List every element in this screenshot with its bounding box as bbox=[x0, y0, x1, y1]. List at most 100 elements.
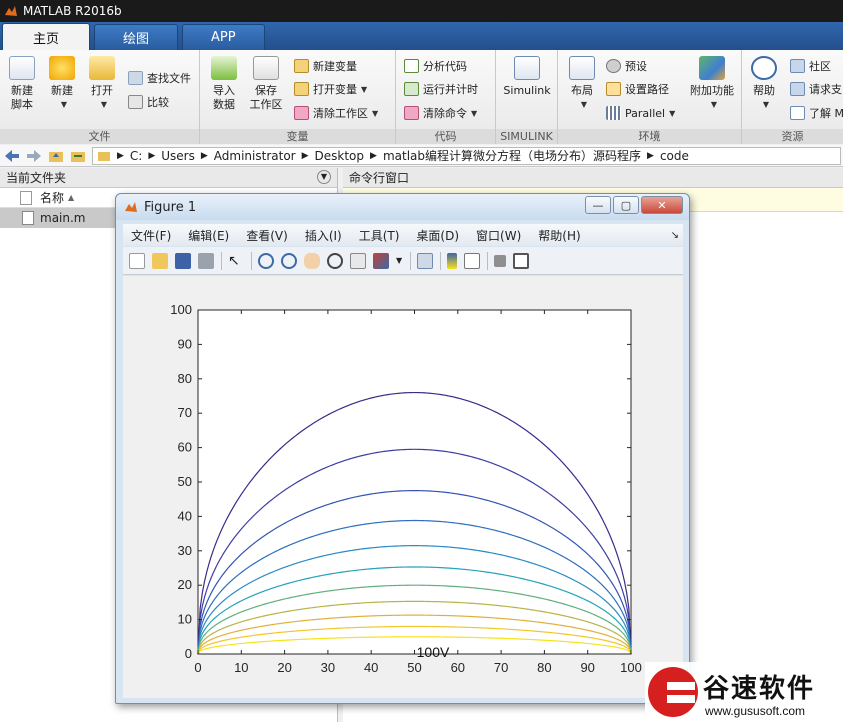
watermark-brand: 谷速软件 bbox=[703, 674, 816, 704]
path-segment[interactable]: matlab编程计算微分方程（电场分布）源码程序 bbox=[383, 147, 641, 164]
compare-button[interactable]: 比较 bbox=[128, 92, 169, 112]
learn-matlab-button[interactable]: 了解 M bbox=[790, 103, 843, 123]
simulink-group: Simulink SIMULINK bbox=[496, 50, 558, 144]
link-plot-icon[interactable] bbox=[417, 252, 434, 269]
x-tick-label: 30 bbox=[321, 660, 335, 675]
file-group: 新建 脚本 新建 ▼ 打开 ▼ 查找文件 比较 文件 bbox=[0, 50, 200, 144]
close-button[interactable]: ✕ bbox=[641, 196, 683, 214]
legend-icon[interactable] bbox=[464, 252, 481, 269]
x-tick-label: 70 bbox=[494, 660, 508, 675]
request-support-button[interactable]: 请求支 bbox=[790, 79, 842, 99]
matlab-file-icon bbox=[22, 211, 34, 225]
line-plot[interactable]: 0 10 20 30 40 50 60 70 80 90 100 0 10 20 30 40 50 60 70 80 9… bbox=[123, 276, 683, 698]
figure-title-bar: Figure 1 — ▢ ✕ bbox=[116, 194, 689, 220]
parallel-button[interactable]: Parallel ▼ bbox=[606, 103, 675, 123]
preferences-button[interactable]: 预设 bbox=[606, 56, 647, 76]
file-icon bbox=[20, 190, 32, 205]
path-segment[interactable]: Administrator bbox=[214, 149, 296, 163]
browse-folder-icon[interactable] bbox=[70, 149, 86, 163]
minimize-button[interactable]: — bbox=[585, 196, 611, 214]
menu-item-window[interactable]: 窗口(W) bbox=[476, 227, 521, 244]
path-segment[interactable]: Users bbox=[161, 149, 195, 163]
run-and-time-button[interactable]: 运行并计时 bbox=[404, 79, 478, 99]
data-cursor-icon[interactable] bbox=[350, 252, 366, 269]
new-variable-icon bbox=[294, 59, 309, 73]
watermark-url: www.gususoft.com bbox=[705, 704, 806, 718]
tab-apps[interactable]: APP bbox=[182, 24, 265, 50]
plus-icon bbox=[49, 56, 75, 80]
x-tick-label: 10 bbox=[234, 660, 248, 675]
import-data-button[interactable]: 导入 数据 bbox=[204, 56, 244, 112]
forward-arrow-icon[interactable] bbox=[26, 149, 42, 163]
save-workspace-icon bbox=[253, 56, 279, 80]
y-tick-label: 80 bbox=[178, 371, 192, 386]
add-ons-button[interactable]: 附加功能 ▼ bbox=[686, 56, 738, 112]
dock-arrow-icon[interactable]: ↘ bbox=[671, 230, 679, 241]
path-segment[interactable]: Desktop bbox=[315, 149, 365, 163]
new-script-button[interactable]: 新建 脚本 bbox=[2, 56, 42, 112]
rotate-icon[interactable] bbox=[327, 252, 343, 269]
menu-item-view[interactable]: 查看(V) bbox=[246, 227, 288, 244]
clear-workspace-button[interactable]: 清除工作区 ▼ bbox=[294, 103, 378, 123]
clear-commands-button[interactable]: 清除命令 ▼ bbox=[404, 103, 477, 123]
check-icon bbox=[404, 59, 419, 73]
layout-icon bbox=[569, 56, 595, 80]
y-tick-label: 100 bbox=[170, 302, 192, 317]
simulink-button[interactable]: Simulink bbox=[502, 56, 552, 98]
chevron-down-icon: ▼ bbox=[100, 100, 108, 109]
menu-item-help[interactable]: 帮助(H) bbox=[538, 227, 580, 244]
menu-item-desktop[interactable]: 桌面(D) bbox=[416, 227, 459, 244]
analyze-code-button[interactable]: 分析代码 bbox=[404, 56, 467, 76]
help-icon bbox=[751, 56, 777, 80]
show-plot-tools-icon[interactable] bbox=[513, 252, 530, 269]
variable-group: 导入 数据 保存 工作区 新建变量 打开变量 ▼ 清除工作区 ▼ 变量 bbox=[200, 50, 396, 144]
new-variable-button[interactable]: 新建变量 bbox=[294, 56, 357, 76]
chevron-right-icon: ▶ bbox=[370, 150, 377, 161]
zoom-in-icon[interactable] bbox=[258, 252, 274, 269]
hide-plot-tools-icon[interactable] bbox=[494, 254, 507, 267]
layout-button[interactable]: 布局 ▼ bbox=[562, 56, 602, 112]
print-icon[interactable] bbox=[198, 252, 214, 269]
menu-item-edit[interactable]: 编辑(E) bbox=[188, 227, 229, 244]
x-tick-label: 60 bbox=[451, 660, 465, 675]
pointer-icon[interactable]: ↖ bbox=[228, 253, 244, 269]
help-button[interactable]: 帮助 ▼ bbox=[744, 56, 784, 112]
zoom-out-icon[interactable] bbox=[281, 252, 297, 269]
community-button[interactable]: 社区 bbox=[790, 56, 831, 76]
menu-item-tools[interactable]: 工具(T) bbox=[359, 227, 400, 244]
simulink-icon bbox=[514, 56, 540, 80]
find-files-button[interactable]: 查找文件 bbox=[128, 68, 191, 88]
up-folder-icon[interactable] bbox=[48, 149, 64, 163]
chevron-down-icon[interactable]: ▼ bbox=[396, 256, 402, 265]
path-field[interactable]: ▶ C: ▶ Users ▶ Administrator ▶ Desktop ▶… bbox=[92, 146, 841, 165]
open-file-icon[interactable] bbox=[152, 252, 168, 269]
new-button[interactable]: 新建 ▼ bbox=[42, 56, 82, 112]
save-workspace-button[interactable]: 保存 工作区 bbox=[244, 56, 288, 112]
path-segment[interactable]: code bbox=[660, 149, 689, 163]
menu-item-file[interactable]: 文件(F) bbox=[131, 227, 171, 244]
brush-icon[interactable] bbox=[373, 252, 389, 269]
import-icon bbox=[211, 56, 237, 80]
save-icon[interactable] bbox=[175, 252, 191, 269]
set-path-button[interactable]: 设置路径 bbox=[606, 79, 669, 99]
pan-icon[interactable] bbox=[304, 252, 320, 269]
menu-item-insert[interactable]: 插入(I) bbox=[305, 227, 342, 244]
x-tick-label: 40 bbox=[364, 660, 378, 675]
maximize-button[interactable]: ▢ bbox=[613, 196, 639, 214]
x-tick-label: 20 bbox=[277, 660, 291, 675]
new-figure-icon[interactable] bbox=[129, 252, 145, 269]
ribbon: 新建 脚本 新建 ▼ 打开 ▼ 查找文件 比较 文件 导入 数据 保存 工作区 … bbox=[0, 50, 843, 144]
open-variable-button[interactable]: 打开变量 ▼ bbox=[294, 79, 367, 99]
colorbar-icon[interactable] bbox=[447, 252, 458, 269]
tab-plots[interactable]: 绘图 bbox=[94, 24, 179, 50]
path-segment[interactable]: C: bbox=[130, 149, 142, 163]
axes-background bbox=[197, 309, 632, 655]
back-arrow-icon[interactable] bbox=[4, 149, 20, 163]
chevron-down-icon[interactable]: ▼ bbox=[317, 170, 331, 184]
tab-home[interactable]: 主页 bbox=[2, 23, 91, 50]
matlab-logo-icon bbox=[125, 202, 137, 212]
ribbon-tabs: 主页 绘图 APP bbox=[0, 22, 843, 50]
gear-icon bbox=[606, 59, 621, 73]
open-button[interactable]: 打开 ▼ bbox=[82, 56, 122, 112]
chevron-down-icon: ▼ bbox=[372, 108, 379, 118]
